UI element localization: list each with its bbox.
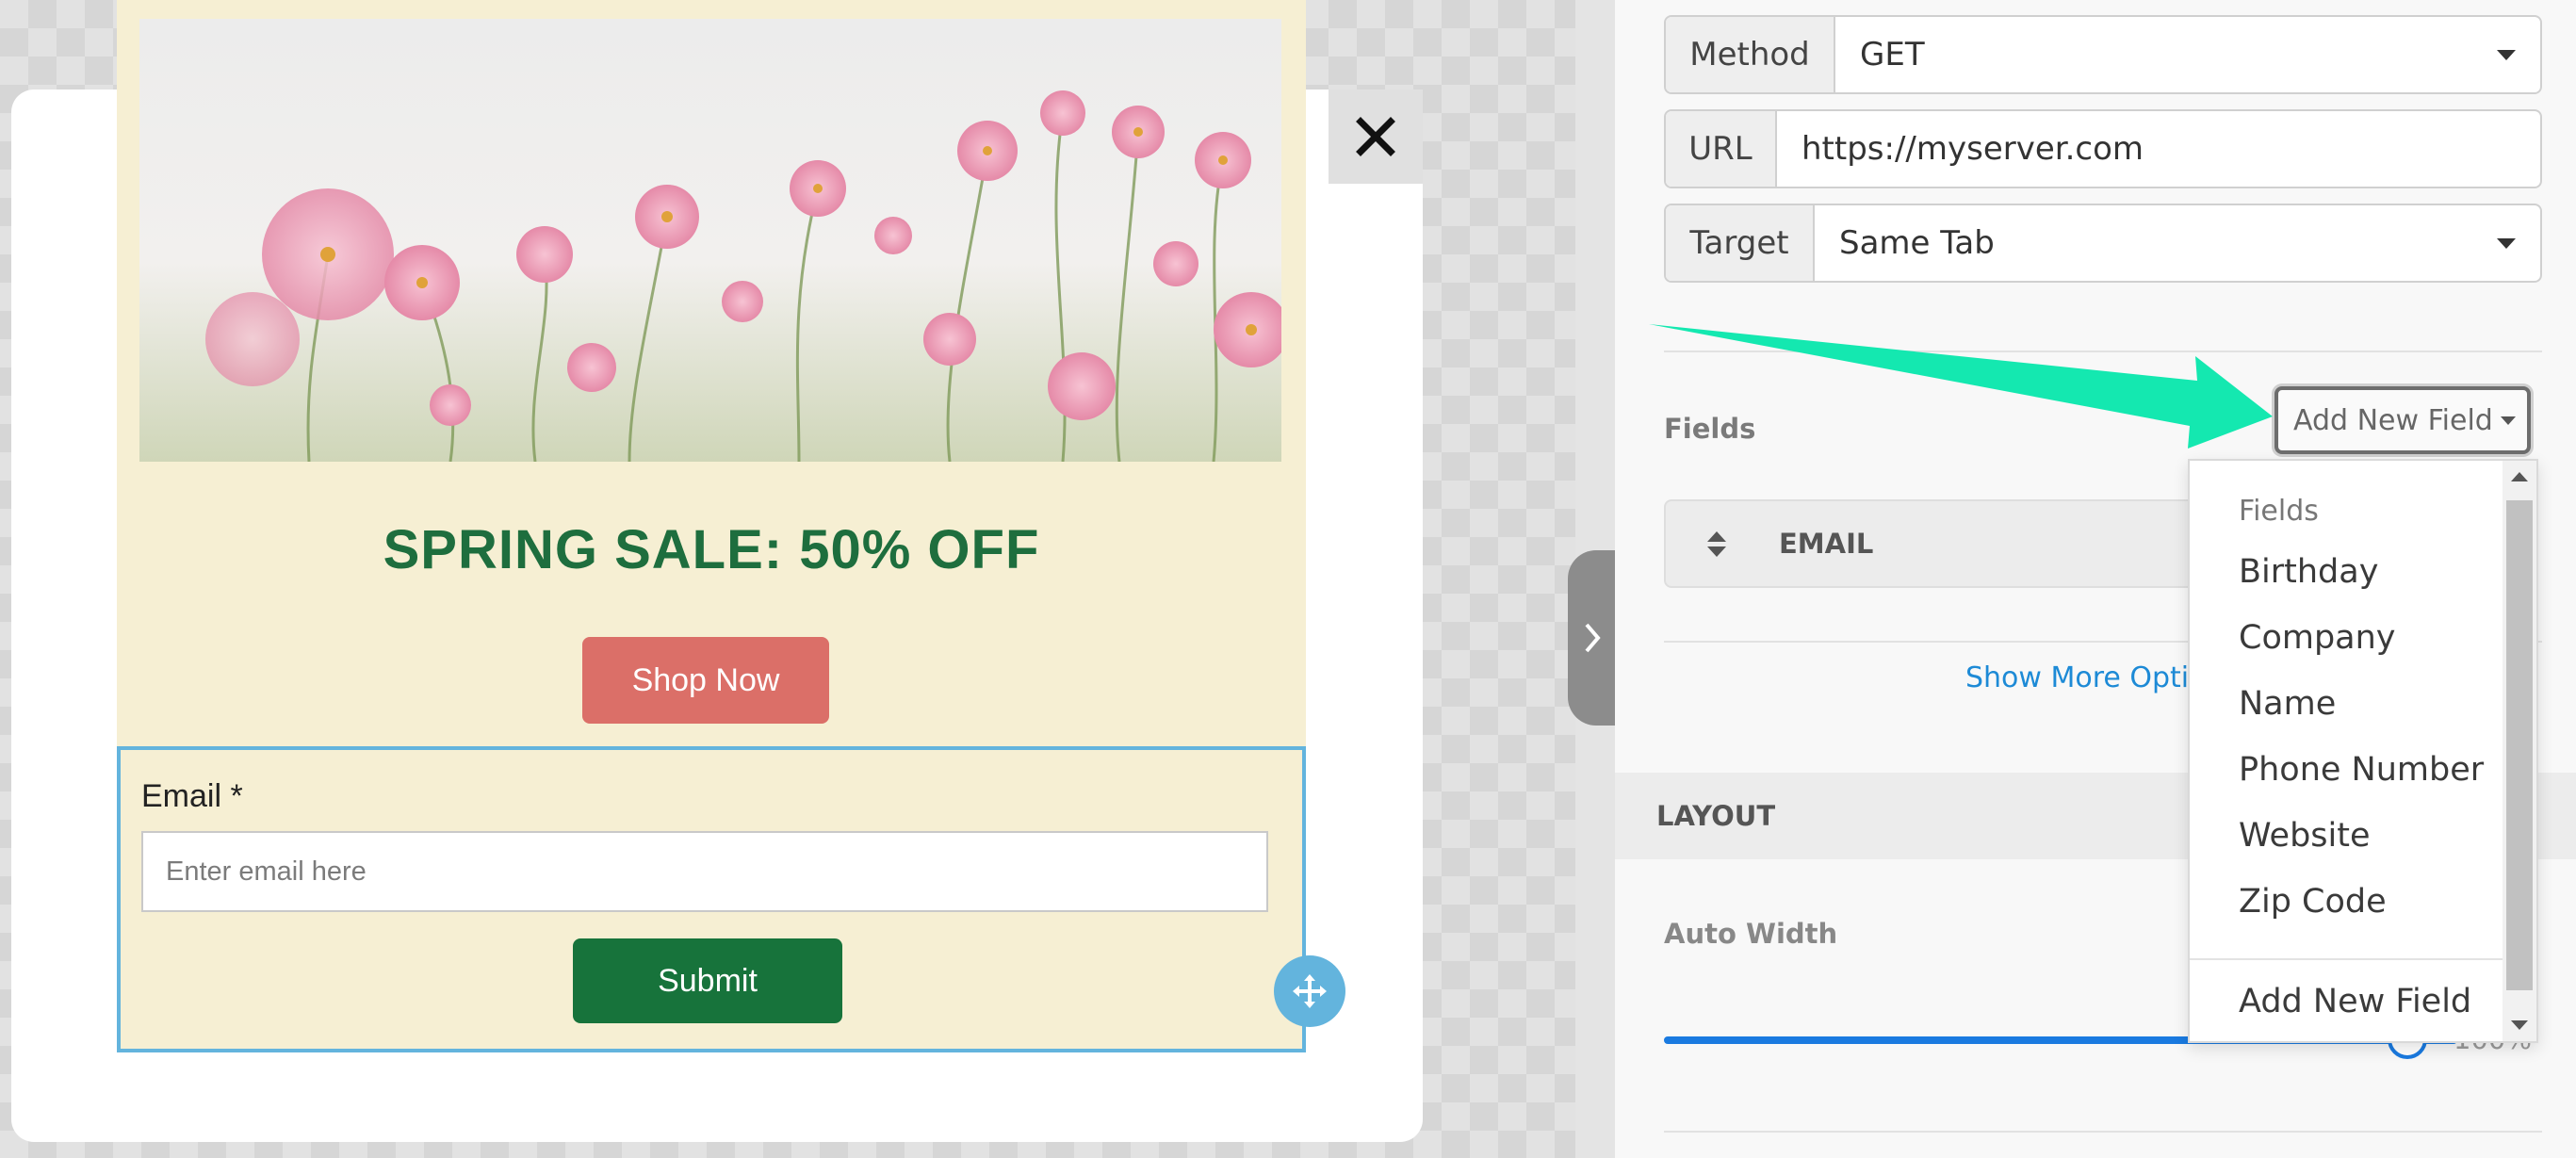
dropdown-item-birthday[interactable]: Birthday: [2239, 553, 2378, 591]
dropdown-item-website[interactable]: Website: [2239, 817, 2371, 855]
method-label: Method: [1666, 17, 1835, 92]
show-more-options-link[interactable]: Show More Optic: [1965, 661, 2205, 694]
target-value[interactable]: Same Tab: [1815, 205, 2540, 281]
layout-header-label: LAYOUT: [1656, 800, 1776, 832]
field-row-label: EMAIL: [1779, 528, 1874, 560]
caret-down-icon: [2497, 238, 2516, 249]
dropdown-divider: [2190, 958, 2521, 960]
method-value-text: GET: [1860, 36, 1925, 73]
add-field-dropdown: Fields Birthday Company Name Phone Numbe…: [2188, 459, 2538, 1043]
hero-flower-image: [139, 19, 1281, 462]
scrollbar-thumb[interactable]: [2506, 500, 2533, 990]
email-input[interactable]: [141, 831, 1268, 912]
caret-down-icon: [2500, 416, 2516, 425]
scroll-down-icon[interactable]: [2511, 1020, 2528, 1030]
divider: [1664, 1131, 2542, 1133]
sort-handle-icon[interactable]: [1704, 530, 1730, 557]
add-new-field-label: Add New Field: [2293, 403, 2493, 437]
field-row-email[interactable]: EMAIL: [1664, 499, 2229, 588]
close-icon[interactable]: [1329, 90, 1423, 184]
fields-label: Fields: [1664, 413, 1756, 445]
sale-headline: SPRING SALE: 50% OFF: [383, 519, 1040, 580]
email-form-block[interactable]: Email * Submit: [117, 746, 1306, 1052]
move-handle-icon[interactable]: [1274, 955, 1345, 1027]
email-label: Email *: [141, 778, 243, 814]
submit-button[interactable]: Submit: [573, 938, 842, 1023]
dropdown-header: Fields: [2239, 495, 2319, 528]
add-new-field-button[interactable]: Add New Field: [2274, 386, 2531, 454]
url-input[interactable]: https://myserver.com: [1777, 111, 2540, 187]
shop-now-button[interactable]: Shop Now: [582, 637, 829, 724]
url-field[interactable]: URL https://myserver.com: [1664, 109, 2542, 188]
dropdown-item-company[interactable]: Company: [2239, 619, 2396, 657]
method-select[interactable]: Method GET: [1664, 15, 2542, 94]
target-select[interactable]: Target Same Tab: [1664, 204, 2542, 283]
dropdown-item-add-new-field[interactable]: Add New Field: [2239, 983, 2471, 1020]
auto-width-label: Auto Width: [1664, 918, 1838, 950]
method-value[interactable]: GET: [1835, 17, 2540, 92]
target-label: Target: [1666, 205, 1815, 281]
dropdown-item-phone-number[interactable]: Phone Number: [2239, 751, 2484, 789]
dropdown-item-name[interactable]: Name: [2239, 685, 2336, 723]
scroll-up-icon[interactable]: [2511, 472, 2528, 481]
url-label: URL: [1666, 111, 1777, 187]
divider: [1664, 351, 2542, 352]
editor-canvas: SPRING SALE: 50% OFF Shop Now Email * Su…: [0, 0, 1617, 1158]
dropdown-item-zip-code[interactable]: Zip Code: [2239, 883, 2387, 921]
caret-down-icon: [2497, 50, 2516, 60]
settings-panel: Method GET URL https://myserver.com Targ…: [1615, 0, 2576, 1158]
target-value-text: Same Tab: [1839, 224, 1995, 262]
dropdown-scrollbar[interactable]: [2503, 461, 2536, 1041]
chevron-right-icon[interactable]: [1568, 550, 1617, 726]
